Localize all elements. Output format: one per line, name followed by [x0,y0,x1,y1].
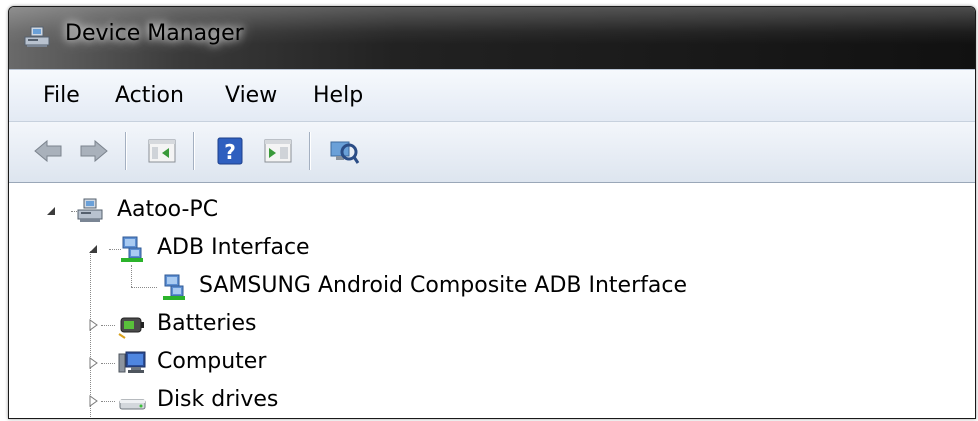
properties-icon[interactable] [261,134,295,168]
toolbar-separator [193,132,194,170]
svg-text:?: ? [224,140,236,164]
disk-drive-icon [119,399,146,410]
menu-view[interactable]: View [225,83,277,108]
menu-bar: File Action View Help [9,69,975,122]
help-icon[interactable]: ? [213,134,247,168]
expand-triangle-icon[interactable] [87,395,99,407]
forward-arrow-icon[interactable] [77,134,111,168]
monitor-icon [118,351,146,373]
title-bar[interactable]: Device Manager [9,7,975,69]
tree-node-label: Computer [157,349,267,374]
back-arrow-icon[interactable] [31,134,65,168]
tree-node-label: ADB Interface [157,235,310,260]
tree-node-label: SAMSUNG Android Composite ADB Interface [199,273,687,298]
tree-node-samsung-adb-interface[interactable]: SAMSUNG Android Composite ADB Interface [9,269,729,305]
tree-node-disk-drives[interactable]: Disk drives [9,383,309,418]
computer-root-icon [77,198,103,222]
tree-node-label: Batteries [157,311,257,336]
show-hide-console-tree-icon[interactable] [145,134,179,168]
toolbar-separator [125,132,126,170]
adb-interface-icon [121,236,143,262]
device-tree: Aatoo-PC ADB Interface SAMSUNG Android C… [9,183,975,418]
window-title: Device Manager [65,21,244,46]
battery-icon [118,317,144,339]
device-manager-window: Device Manager File Action View Help ? A… [8,6,976,419]
adb-interface-icon [163,274,185,300]
tree-node-adb-interface[interactable]: ADB Interface [9,231,349,267]
device-manager-icon [24,26,50,47]
tree-node-aatoo-pc[interactable]: Aatoo-PC [9,193,309,229]
tree-node-batteries[interactable]: Batteries [9,307,309,343]
toolbar: ? [9,121,975,183]
collapse-triangle-icon[interactable] [45,205,57,217]
collapse-triangle-icon[interactable] [87,243,99,255]
tree-node-label: Aatoo-PC [117,197,219,222]
menu-action[interactable]: Action [115,83,184,108]
tree-node-computer[interactable]: Computer [9,345,309,381]
toolbar-separator [309,132,310,170]
scan-hardware-changes-icon[interactable] [327,134,361,168]
menu-file[interactable]: File [43,83,80,108]
expand-triangle-icon[interactable] [87,357,99,369]
expand-triangle-icon[interactable] [87,319,99,331]
tree-node-label: Disk drives [157,387,279,412]
menu-help[interactable]: Help [313,83,363,108]
